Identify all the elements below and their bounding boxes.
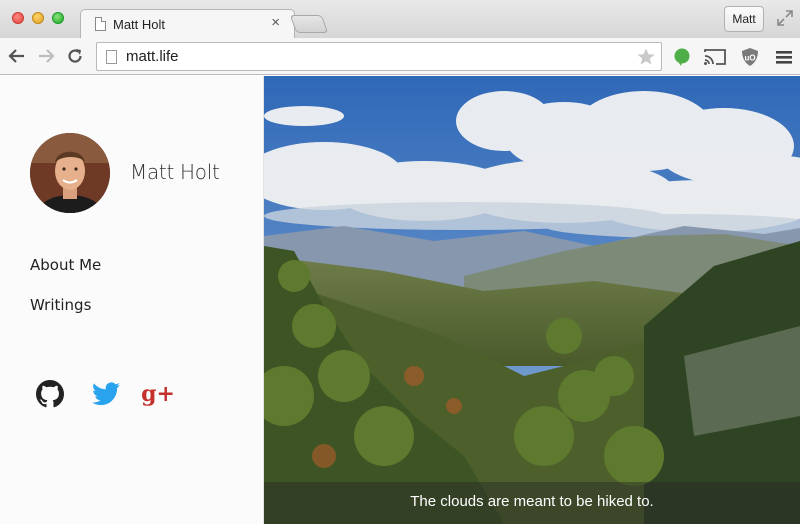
address-bar[interactable]: matt.life bbox=[96, 42, 662, 71]
page-icon bbox=[106, 50, 117, 64]
cast-icon[interactable] bbox=[703, 47, 727, 67]
page-icon bbox=[95, 17, 106, 31]
sidebar: Matt Holt About Me Writings g+ bbox=[0, 76, 264, 524]
avatar[interactable] bbox=[30, 133, 110, 213]
forward-arrow-icon[interactable] bbox=[37, 47, 55, 65]
tab-strip: Matt Holt × Matt bbox=[0, 0, 800, 39]
nav-link-writings[interactable]: Writings bbox=[30, 296, 91, 314]
back-arrow-icon[interactable] bbox=[8, 47, 26, 65]
profile-button[interactable]: Matt bbox=[724, 6, 764, 32]
tab-close-icon[interactable]: × bbox=[271, 14, 280, 31]
hamburger-menu-icon[interactable] bbox=[774, 47, 794, 67]
browser-toolbar: matt.life uO bbox=[0, 38, 800, 75]
browser-tab[interactable]: Matt Holt × bbox=[80, 9, 295, 39]
url-text[interactable]: matt.life bbox=[126, 48, 179, 65]
reload-icon[interactable] bbox=[66, 47, 84, 65]
mountain-landscape-photo bbox=[264, 76, 800, 524]
ublock-icon[interactable]: uO bbox=[740, 47, 760, 67]
profile-photo bbox=[30, 133, 110, 213]
google-plus-icon[interactable]: g+ bbox=[141, 379, 175, 409]
star-icon[interactable] bbox=[636, 47, 656, 67]
svg-text:uO: uO bbox=[744, 54, 755, 63]
nav-link-about-me[interactable]: About Me bbox=[30, 256, 101, 274]
window-close-button[interactable] bbox=[12, 12, 24, 24]
profile-name: Matt Holt bbox=[130, 160, 220, 184]
tab-title: Matt Holt bbox=[113, 17, 166, 32]
github-icon[interactable] bbox=[35, 379, 65, 409]
window-minimize-button[interactable] bbox=[32, 12, 44, 24]
new-tab-button[interactable] bbox=[289, 15, 329, 33]
google-plus-glyph: g+ bbox=[141, 381, 175, 407]
twitter-icon[interactable] bbox=[91, 379, 121, 409]
evernote-icon[interactable] bbox=[672, 47, 692, 67]
photo-caption: The clouds are meant to be hiked to. bbox=[410, 493, 654, 510]
hero-image: The clouds are meant to be hiked to. bbox=[264, 76, 800, 524]
caption-bar: The clouds are meant to be hiked to. bbox=[264, 482, 800, 524]
fullscreen-icon[interactable] bbox=[776, 9, 794, 27]
window-maximize-button[interactable] bbox=[52, 12, 64, 24]
